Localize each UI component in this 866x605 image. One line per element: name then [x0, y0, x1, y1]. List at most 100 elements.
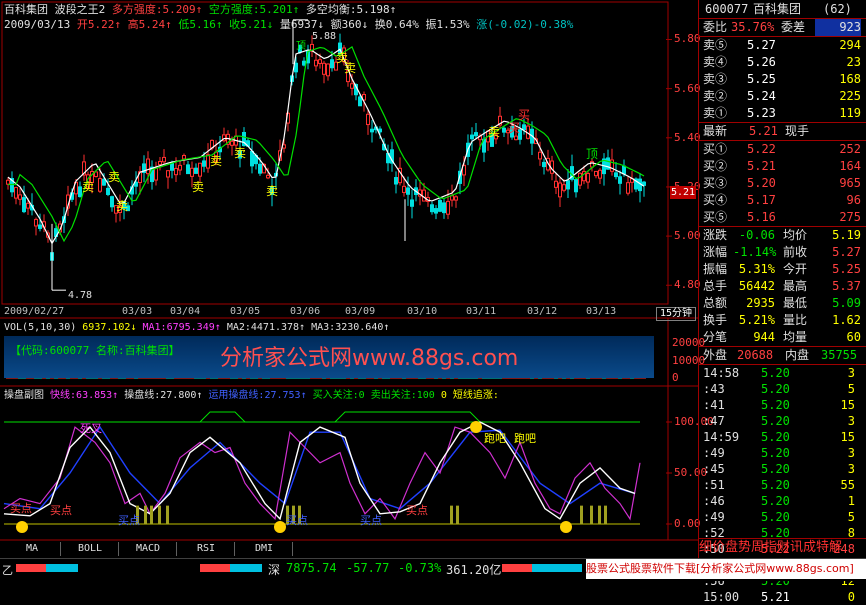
inner-label: 内盘 [785, 348, 810, 362]
candle-body [502, 127, 506, 133]
osc-short-chase: 0 短线追涨: [440, 390, 499, 401]
osc-signal-bar [150, 505, 153, 524]
status-left-label: 乙 [2, 564, 13, 577]
tick-price: 5.20 [761, 366, 790, 380]
osc-signal-bar [450, 505, 453, 524]
signal-mark: 卖 [266, 184, 279, 198]
tab-macd[interactable]: MACD [120, 542, 177, 556]
smiley-icon [470, 421, 482, 433]
tick-row: :47 5.20 3 [699, 413, 866, 429]
vol-ma3: MA3:3230.640↑ [311, 322, 390, 333]
book-price: 5.27 [747, 38, 776, 52]
candle-body [174, 167, 178, 176]
tick-time: :47 [703, 414, 725, 428]
status-pct: -0.73% [398, 561, 442, 575]
ratio-label: 委比 [703, 20, 728, 34]
tick-time: :45 [703, 462, 725, 476]
ohlc-date: 2009/03/13 [4, 18, 71, 31]
tick-time: 14:59 [703, 430, 740, 444]
book-volume: 96 [846, 193, 861, 207]
osc-mark: 买点 [50, 504, 72, 517]
book-label: 卖③ [703, 72, 728, 86]
tab-rsi[interactable]: RSI [178, 542, 235, 556]
buy-row: 买⑤ 5.16 275 [699, 209, 866, 226]
tick-price: 5.20 [761, 478, 790, 492]
tick-row: :46 5.20 1 [699, 493, 866, 509]
stat-label: 涨幅 [703, 245, 728, 259]
ohlc-turnover: 换0.64% [374, 18, 419, 31]
stat-value: 2935 [746, 296, 775, 310]
tick-price: 5.20 [761, 462, 790, 476]
ohlc-volume: 量6937↓ [279, 18, 324, 31]
osc-header: 操盘副图 快线:63.853↑ 操盘线:27.800↑ 运用操盘线:27.753… [4, 388, 499, 403]
tick-volume: 5 [847, 382, 855, 396]
tick-volume: 1 [847, 494, 855, 508]
stat-label: 涨跌 [703, 228, 728, 242]
stat-row: 总手 56442 最高 5.37 [699, 278, 866, 295]
sell-row: 卖① 5.23 119 [699, 105, 866, 122]
sell-row: 卖⑤ 5.27 294 [699, 37, 866, 54]
book-volume: 294 [839, 38, 861, 52]
candle-body [574, 179, 578, 193]
stat-row: 振幅 5.31% 今开 5.25 [699, 261, 866, 278]
vol-value: 6937.102↓ [82, 322, 137, 333]
stat-value: -1.14% [733, 245, 777, 259]
candle-body [154, 167, 158, 181]
latest-value: 5.21 [749, 124, 778, 138]
candle-body [34, 218, 38, 227]
price-tick-label: 5.80 [674, 32, 701, 46]
candle-body [422, 189, 426, 202]
high-mark: 5.88 [312, 31, 337, 42]
stat-value: 5.27 [832, 245, 861, 259]
tick-row: :45 5.20 3 [699, 461, 866, 477]
osc-signal-bar [604, 505, 607, 524]
osc-signal-bar [580, 505, 583, 524]
smiley-icon [274, 521, 286, 533]
status-bar-red3 [502, 564, 532, 572]
sell-book: 卖⑤ 5.27 294 卖④ 5.26 23 卖③ 5.25 168 卖② 5.24 225 卖① 5.2… [699, 37, 866, 122]
candle-body [146, 158, 150, 175]
price-tick-label: 5.60 [674, 81, 701, 95]
stat-label: 均量 [783, 330, 808, 344]
status-ad-link[interactable]: 股票公式股票软件下载[分析家公式网www.88gs.com] [586, 559, 866, 579]
candle-body [322, 62, 326, 75]
candle-body [26, 202, 30, 209]
status-bar-cyan [46, 564, 78, 572]
date-tick-label: 03/10 [407, 306, 438, 317]
osc-mark: 买点 [406, 504, 428, 517]
osc-mark: 跑吧 [514, 432, 536, 445]
tab-dmi[interactable]: DMI [236, 542, 293, 556]
book-volume: 164 [839, 159, 861, 173]
kongfang-label: 空方强度: [208, 3, 260, 16]
right-tabs[interactable]: 细价盘势周指财讯成特解 [699, 538, 866, 557]
duofang-value: 5.209↑ [162, 3, 203, 16]
period-selector[interactable]: 15分钟 [656, 307, 696, 321]
price-tick-label: 5.40 [674, 130, 701, 144]
tab-boll[interactable]: BOLL [62, 542, 119, 556]
book-label: 买② [703, 159, 728, 173]
status-bar-cyan2 [230, 564, 262, 572]
smiley-icon [16, 521, 28, 533]
ohlc-high: 高5.24↑ [127, 18, 172, 31]
candle-body [302, 60, 306, 66]
stat-label: 最低 [783, 296, 808, 310]
candle-body [410, 199, 414, 207]
book-label: 买④ [703, 193, 728, 207]
ratio-row: 委比 35.76% 委差 923 [699, 19, 866, 37]
osc-signal-bar [166, 505, 169, 524]
signal-mark: 卖 [82, 180, 95, 194]
high-mark-label: 顶 [296, 41, 306, 52]
outer-value: 20688 [737, 348, 774, 362]
tick-time: 14:58 [703, 366, 740, 380]
quote-rank: (62) [823, 2, 852, 16]
stat-label: 换手 [703, 313, 728, 327]
candle-body [250, 150, 254, 167]
candle-body [258, 163, 262, 174]
stat-label: 总手 [703, 279, 728, 293]
candle-body [442, 202, 446, 214]
tick-price: 5.20 [761, 382, 790, 396]
date-tick-label: 03/09 [345, 306, 376, 317]
tab-ma[interactable]: MA [4, 542, 61, 556]
osc-mark: 死叉 [80, 422, 102, 435]
title-bar: 百科集团 波段之王2 多方强度:5.209↑ 空方强度:5.201↑ 多空均衡:… [4, 2, 396, 17]
